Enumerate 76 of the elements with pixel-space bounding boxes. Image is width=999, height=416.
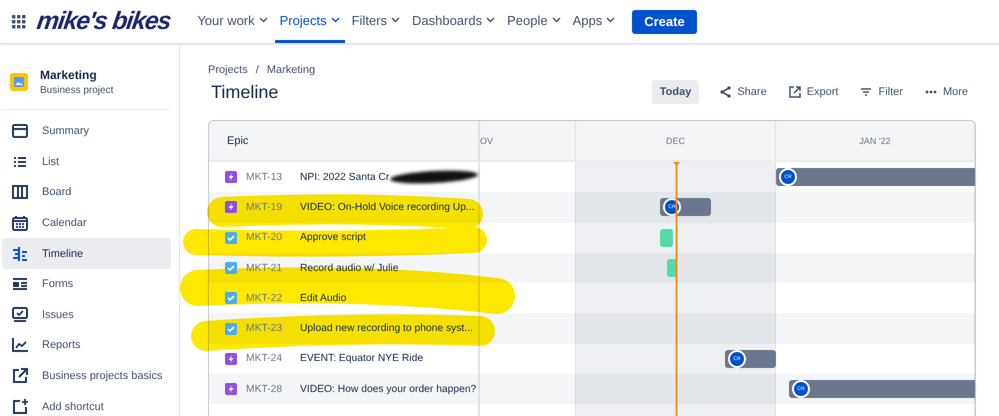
sidebar-item[interactable]: Add shortcut (2, 391, 171, 416)
list-icon (12, 156, 28, 168)
epic-icon (225, 171, 237, 184)
toolbar-button[interactable]: More (916, 80, 976, 104)
create-button[interactable]: Create (632, 10, 697, 34)
epic-icon (225, 352, 237, 365)
nav-menu[interactable]: Dashboards (407, 0, 500, 43)
chevron-down-icon (330, 17, 340, 23)
issue-summary[interactable]: Approve script (300, 232, 366, 244)
epic-icon (225, 383, 237, 396)
project-type: Business project (40, 85, 114, 96)
month-label: OV (480, 136, 494, 146)
epic-icon (225, 201, 237, 214)
month-label: DEC (666, 136, 685, 146)
issue-key[interactable]: MKT-28 (246, 384, 291, 395)
reports-icon (12, 338, 28, 352)
board-icon (12, 185, 28, 200)
issue-summary[interactable]: NPI: 2022 Santa Cr (300, 172, 390, 183)
sidebar-item[interactable]: Summary (2, 116, 171, 147)
sidebar-item[interactable]: Issues (2, 300, 171, 330)
external-link-icon (12, 368, 28, 384)
nav-menu[interactable]: Projects (274, 0, 345, 43)
chevron-down-icon (552, 17, 561, 23)
toolbar-button[interactable]: Today (652, 80, 700, 104)
checkbox-icon (225, 262, 237, 274)
month-label: JAN '22 (859, 136, 891, 146)
sidebar-item[interactable]: Timeline (2, 238, 171, 269)
chevron-down-icon (486, 17, 496, 23)
chevron-down-icon (606, 17, 616, 23)
sidebar-item[interactable]: Board (2, 177, 171, 208)
calendar-icon (12, 215, 28, 232)
sidebar-item[interactable]: Forms (2, 268, 171, 300)
sidebar-item[interactable]: Calendar (2, 208, 171, 238)
project-name: Marketing (40, 68, 98, 82)
chevron-down-icon (258, 17, 268, 23)
sidebar-item[interactable]: Business projects basics (2, 360, 171, 392)
share-icon (719, 86, 732, 98)
chevron-down-icon (391, 17, 400, 23)
sidebar-item[interactable]: List (2, 146, 171, 178)
add-shortcut-icon (12, 398, 28, 415)
issue-summary[interactable]: VIDEO: How does your order happen? (300, 384, 476, 395)
breadcrumb-link[interactable]: Marketing (266, 64, 316, 76)
issue-key[interactable]: MKT-13 (246, 172, 291, 183)
nav-menu[interactable]: People (502, 0, 566, 43)
page-title: Timeline (211, 82, 278, 102)
column-header: Epic (227, 134, 248, 146)
project-icon (10, 73, 28, 91)
issue-summary[interactable]: EVENT: Equator NYE Ride (300, 353, 424, 364)
sidebar-item[interactable]: Reports (2, 330, 171, 361)
issues-icon (12, 306, 28, 323)
app-switcher-icon[interactable] (12, 14, 26, 28)
checkbox-icon (225, 292, 237, 304)
checkbox-icon (225, 322, 237, 335)
external-link-icon (788, 86, 801, 98)
filter-icon (860, 87, 872, 97)
toolbar-button[interactable]: Share (711, 80, 775, 104)
toolbar-button[interactable]: Filter (852, 80, 911, 104)
issue-summary[interactable]: VIDEO: On-Hold Voice recording Up... (300, 202, 475, 213)
issue-summary[interactable]: Edit Audio (300, 292, 346, 304)
nav-menu[interactable]: Your work (192, 0, 273, 43)
nav-menu[interactable]: Filters (346, 0, 405, 43)
toolbar-button[interactable]: Export (780, 80, 846, 104)
issue-key[interactable]: MKT-22 (246, 292, 291, 304)
timeline-icon (12, 246, 28, 261)
more-icon (924, 90, 937, 94)
checkbox-icon (225, 232, 237, 244)
nav-menu[interactable]: Apps (568, 0, 620, 43)
issue-key[interactable]: MKT-24 (246, 353, 291, 364)
issue-summary[interactable]: Upload new recording to phone syst... (300, 323, 473, 334)
breadcrumb-link[interactable]: Projects (208, 64, 248, 76)
form-icon (12, 278, 28, 290)
summary-icon (12, 124, 28, 138)
breadcrumb-separator: / (256, 64, 259, 76)
logo[interactable]: mike's bikes (34, 7, 172, 36)
task-bar[interactable] (660, 228, 673, 247)
issue-key[interactable]: MKT-20 (246, 232, 291, 244)
